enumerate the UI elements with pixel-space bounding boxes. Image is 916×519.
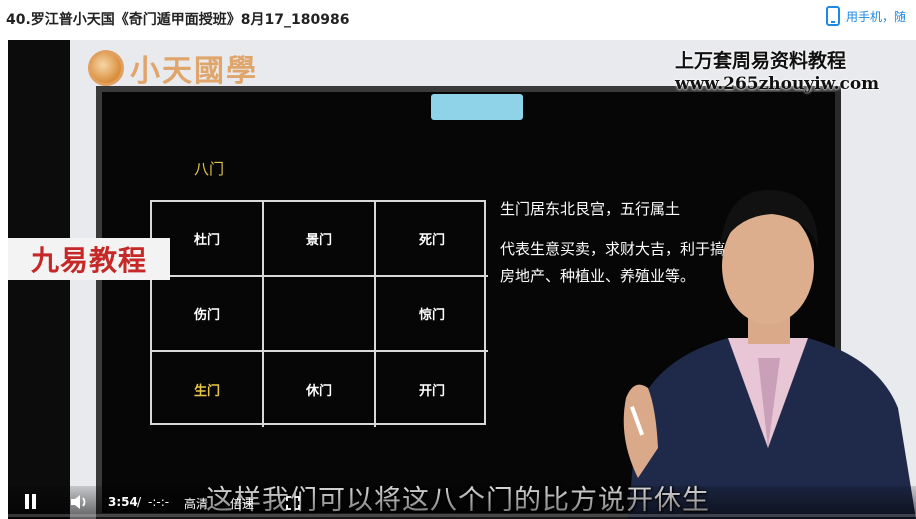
board-tab — [431, 94, 523, 120]
current-time: 3:54 — [108, 495, 138, 509]
speed-button[interactable]: 倍速 — [230, 495, 254, 512]
brand-stamp: 九易教程 — [8, 238, 170, 280]
grid-cell: 休门 — [264, 352, 376, 427]
top-bar: 40.罗江普小天国《奇门遁甲面授班》8月17_180986 用手机，随 — [0, 0, 916, 36]
board-heading: 八门 — [194, 160, 225, 178]
quality-button[interactable]: 高清 — [184, 495, 208, 512]
channel-logo: 小天國學 — [88, 46, 258, 90]
watermark-url: www.265zhouyiw.com — [675, 74, 880, 94]
grid-cell: 景门 — [264, 202, 376, 277]
duration: -:-:- — [148, 495, 170, 509]
player-controls: 3:54 / -:-:- 高清 倍速 — [8, 486, 916, 519]
logo-text: 小天國學 — [130, 54, 258, 89]
logo-icon — [88, 50, 124, 86]
eight-gates-grid: 杜门 景门 死门 伤门 惊门 生门 休门 开门 — [150, 200, 488, 427]
time-separator: / — [137, 495, 142, 509]
grid-cell: 死门 — [376, 202, 488, 277]
phone-watch-link[interactable]: 用手机，随 — [826, 6, 906, 26]
phone-link-label: 用手机，随 — [846, 9, 907, 24]
grid-cell: 伤门 — [152, 277, 264, 352]
grid-cell: 开门 — [418, 384, 445, 399]
video-player[interactable]: 小天國學 八门 杜门 景门 死门 伤门 惊门 生门 休门 开门 生门居东北艮宫，… — [8, 40, 916, 519]
fullscreen-icon[interactable] — [286, 496, 300, 510]
volume-icon[interactable] — [70, 494, 90, 510]
watermark-text: 上万套周易资料教程 — [675, 50, 847, 72]
phone-icon — [826, 6, 840, 26]
video-title: 40.罗江普小天国《奇门遁甲面授班》8月17_180986 — [6, 12, 350, 28]
grid-cell: 惊门 — [376, 277, 488, 352]
grid-cell — [264, 277, 376, 352]
grid-cell-highlight: 生门 — [152, 352, 264, 427]
play-pause-icon[interactable] — [24, 494, 38, 510]
presenter-figure — [623, 189, 916, 519]
progress-bar[interactable] — [8, 514, 916, 517]
